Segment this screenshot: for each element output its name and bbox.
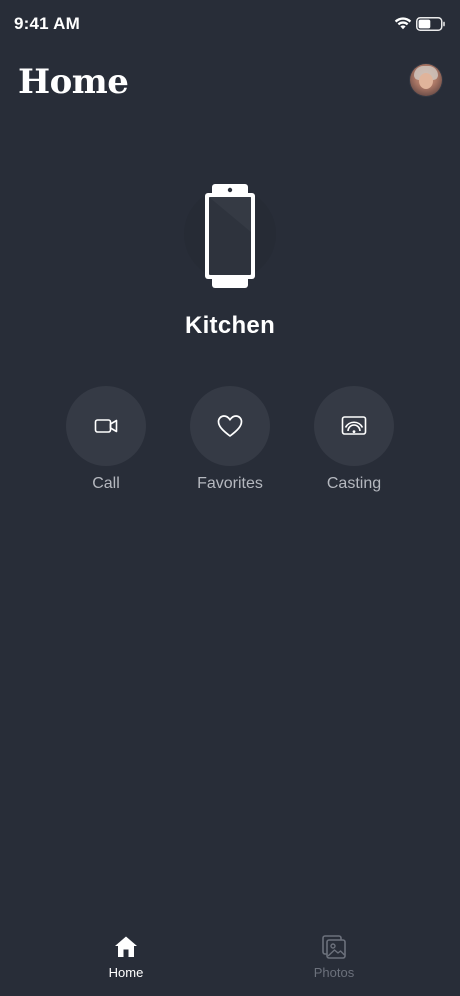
favorites-label: Favorites bbox=[197, 475, 263, 492]
page-title: Home bbox=[18, 62, 129, 102]
status-bar: 9:41 AM bbox=[0, 0, 460, 50]
call-button[interactable] bbox=[66, 386, 146, 466]
video-camera-icon bbox=[94, 419, 118, 433]
device-card[interactable] bbox=[180, 178, 280, 294]
header: Home bbox=[0, 58, 460, 108]
tab-home[interactable]: Home bbox=[76, 934, 176, 980]
call-action[interactable]: Call bbox=[56, 386, 156, 493]
photos-icon bbox=[322, 935, 346, 959]
call-label: Call bbox=[92, 475, 120, 492]
casting-action[interactable]: Casting bbox=[304, 386, 404, 493]
favorites-button[interactable] bbox=[190, 386, 270, 466]
status-time: 9:41 AM bbox=[14, 14, 80, 33]
casting-button[interactable] bbox=[314, 386, 394, 466]
avatar[interactable] bbox=[410, 64, 442, 96]
home-icon bbox=[115, 936, 137, 957]
cast-icon bbox=[341, 416, 367, 435]
tab-home-label: Home bbox=[108, 965, 144, 980]
avatar-face bbox=[419, 73, 433, 89]
tab-photos-label: Photos bbox=[313, 965, 355, 980]
tab-bar: Home Photos bbox=[0, 926, 460, 996]
battery-icon bbox=[416, 17, 445, 31]
heart-icon bbox=[217, 415, 243, 437]
casting-label: Casting bbox=[326, 475, 382, 492]
tab-photos[interactable]: Photos bbox=[284, 934, 384, 980]
device-name: Kitchen bbox=[184, 312, 276, 339]
wifi-icon bbox=[394, 17, 412, 30]
favorites-action[interactable]: Favorites bbox=[180, 386, 280, 493]
smart-display-icon bbox=[205, 184, 255, 288]
